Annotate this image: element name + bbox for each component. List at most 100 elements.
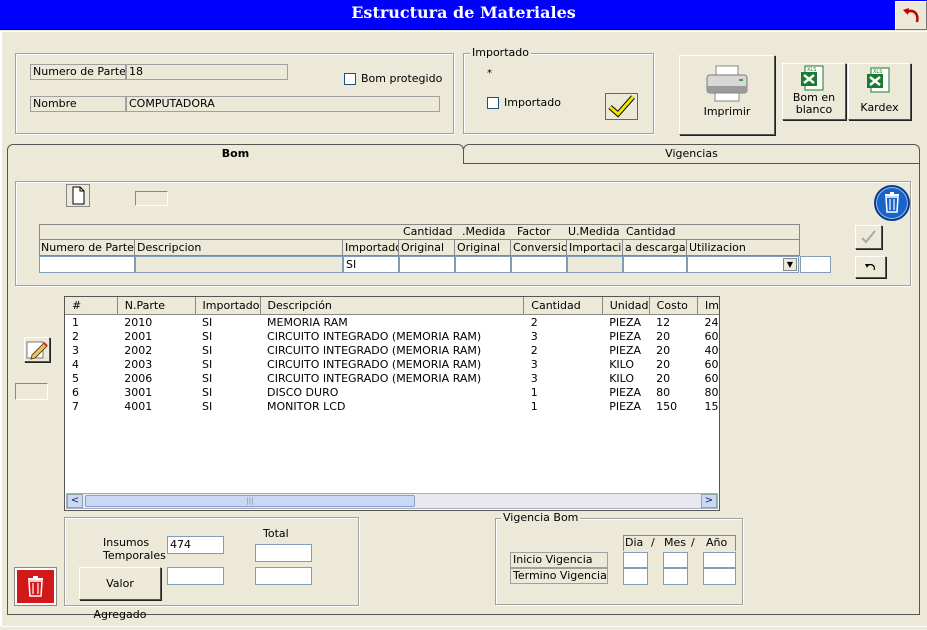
- delete-bom-button[interactable]: [14, 567, 57, 606]
- column-header[interactable]: Im: [697, 297, 719, 315]
- header-importado: Importado: [345, 240, 399, 255]
- table-cell: SI: [202, 400, 213, 413]
- printer-icon: [706, 65, 748, 102]
- column-header[interactable]: N.Parte: [117, 297, 196, 315]
- table-cell: 60: [704, 330, 719, 343]
- table-row[interactable]: 4 2003 SI CIRCUITO INTEGRADO (MEMORIA RA…: [65, 358, 719, 372]
- tab-vigencias[interactable]: Vigencias: [463, 144, 920, 163]
- nombre-field[interactable]: COMPUTADORA: [126, 96, 440, 112]
- excel-icon: XLS: [801, 65, 824, 91]
- column-header[interactable]: Descripción: [260, 297, 525, 315]
- table-cell: PIEZA: [609, 400, 642, 413]
- svg-text:XLS: XLS: [873, 69, 882, 75]
- valor-agregado-total-field[interactable]: [255, 567, 312, 585]
- table-row[interactable]: 6 3001 SI DISCO DURO 1 PIEZA 80 80: [65, 386, 719, 400]
- table-cell: CIRCUITO INTEGRADO (MEMORIA RAM): [267, 344, 482, 357]
- table-row[interactable]: 5 2006 SI CIRCUITO INTEGRADO (MEMORIA RA…: [65, 372, 719, 386]
- table-row[interactable]: 7 4001 SI MONITOR LCD 1 PIEZA 150 15: [65, 400, 719, 414]
- table-cell: 40: [704, 344, 719, 357]
- column-header[interactable]: Unidad: [602, 297, 650, 315]
- valor-agregado-button[interactable]: Valor Agregado: [79, 567, 161, 621]
- undo-arrow-icon: [865, 263, 876, 271]
- table-cell: 2: [72, 330, 79, 343]
- importado-confirm-button[interactable]: [605, 93, 638, 120]
- column-header[interactable]: #: [65, 297, 118, 315]
- inicio-dia-input[interactable]: [623, 552, 648, 568]
- column-header[interactable]: Costo: [649, 297, 698, 315]
- scroll-left-button[interactable]: <: [67, 494, 83, 508]
- insumos-temporales-label: Insumos Temporales: [103, 536, 166, 562]
- bom-en-blanco-button[interactable]: XLS Bom en blanco: [782, 63, 846, 120]
- termino-mes-input[interactable]: [663, 568, 688, 585]
- inicio-mes-input[interactable]: [663, 552, 688, 568]
- table-cell: 24: [704, 316, 719, 329]
- column-header[interactable]: Cantidad: [523, 297, 603, 315]
- delete-row-button[interactable]: [874, 185, 910, 221]
- header-cantidad-descargar: a descargar: [625, 240, 687, 255]
- edit-row-button[interactable]: [24, 337, 50, 362]
- tab-bom[interactable]: Bom: [7, 144, 464, 164]
- undo-button[interactable]: [895, 1, 927, 30]
- table-cell: SI: [202, 358, 213, 371]
- termino-anio-input[interactable]: [703, 568, 736, 585]
- table-cell: 5: [72, 372, 79, 385]
- importado-checkbox[interactable]: [487, 97, 499, 109]
- entry-extra-input[interactable]: [800, 256, 831, 273]
- numero-parte-field[interactable]: 18: [126, 64, 288, 80]
- table-cell: CIRCUITO INTEGRADO (MEMORIA RAM): [267, 330, 482, 343]
- new-row-button[interactable]: [66, 184, 90, 207]
- table-cell: MEMORIA RAM: [267, 316, 348, 329]
- accept-row-button[interactable]: [855, 225, 882, 249]
- entry-cantidad-original-input[interactable]: [399, 256, 455, 273]
- kardex-label: Kardex: [860, 101, 899, 114]
- table-cell: PIEZA: [609, 316, 642, 329]
- table-cell: SI: [202, 386, 213, 399]
- entry-numero-parte-input[interactable]: [39, 256, 135, 273]
- nombre-label: Nombre: [30, 96, 126, 112]
- materials-list[interactable]: # N.Parte Importado Descripción Cantidad…: [64, 296, 720, 511]
- insumos-temporales-field[interactable]: 474: [167, 536, 224, 554]
- valor-agregado-field[interactable]: [167, 567, 224, 585]
- insumos-total-field[interactable]: [255, 544, 312, 562]
- kardex-button[interactable]: XLS Kardex: [848, 63, 911, 120]
- scroll-right-button[interactable]: >: [701, 494, 717, 508]
- table-cell: KILO: [609, 372, 635, 385]
- column-header[interactable]: Importado: [195, 297, 261, 315]
- inicio-anio-input[interactable]: [703, 552, 736, 568]
- list-header: # N.Parte Importado Descripción Cantidad…: [65, 297, 719, 315]
- entry-descripcion-field: [135, 256, 343, 273]
- table-cell: 2003: [124, 358, 153, 371]
- entry-importado-input[interactable]: SI: [343, 256, 399, 273]
- vigencia-group-title: Vigencia Bom: [501, 511, 581, 524]
- table-cell: 2001: [124, 330, 153, 343]
- excel-icon: XLS: [866, 67, 889, 93]
- entry-indicator: [135, 191, 168, 206]
- termino-dia-input[interactable]: [623, 568, 648, 585]
- table-row[interactable]: 3 2002 SI CIRCUITO INTEGRADO (MEMORIA RA…: [65, 344, 719, 358]
- table-row[interactable]: 2 2001 SI CIRCUITO INTEGRADO (MEMORIA RA…: [65, 330, 719, 344]
- chevron-down-icon[interactable]: ▼: [783, 258, 797, 271]
- scroll-thumb[interactable]: |||: [85, 495, 415, 507]
- table-row[interactable]: 1 2010 SI MEMORIA RAM 2 PIEZA 12 24: [65, 316, 719, 330]
- cancel-row-button[interactable]: [855, 256, 886, 278]
- table-cell: 3001: [124, 386, 153, 399]
- bom-protegido-label: Bom protegido: [361, 72, 443, 85]
- importado-marker: *: [487, 68, 492, 79]
- mes-label: Mes: [664, 536, 686, 549]
- header-cantidad-top: Cantidad: [403, 225, 453, 238]
- table-cell: CIRCUITO INTEGRADO (MEMORIA RAM): [267, 372, 482, 385]
- table-cell: 3: [530, 372, 538, 385]
- entry-umedida-importacion-field: [567, 256, 623, 273]
- table-cell: 1: [530, 400, 538, 413]
- bom-protegido-checkbox[interactable]: [344, 73, 356, 85]
- imprimir-button[interactable]: Imprimir: [679, 55, 775, 135]
- entry-factor-conversion-input[interactable]: [511, 256, 567, 273]
- table-cell: 150: [656, 400, 678, 413]
- header-cantidad-original: Original: [399, 240, 455, 255]
- entry-cantidad-descargar-input[interactable]: [623, 256, 687, 273]
- header-medida-top: .Medida: [462, 225, 506, 238]
- entry-utilizacion-select[interactable]: ▼: [687, 256, 799, 273]
- entry-medida-original-input[interactable]: [455, 256, 511, 273]
- importado-label: Importado: [504, 96, 561, 109]
- table-cell: SI: [202, 344, 213, 357]
